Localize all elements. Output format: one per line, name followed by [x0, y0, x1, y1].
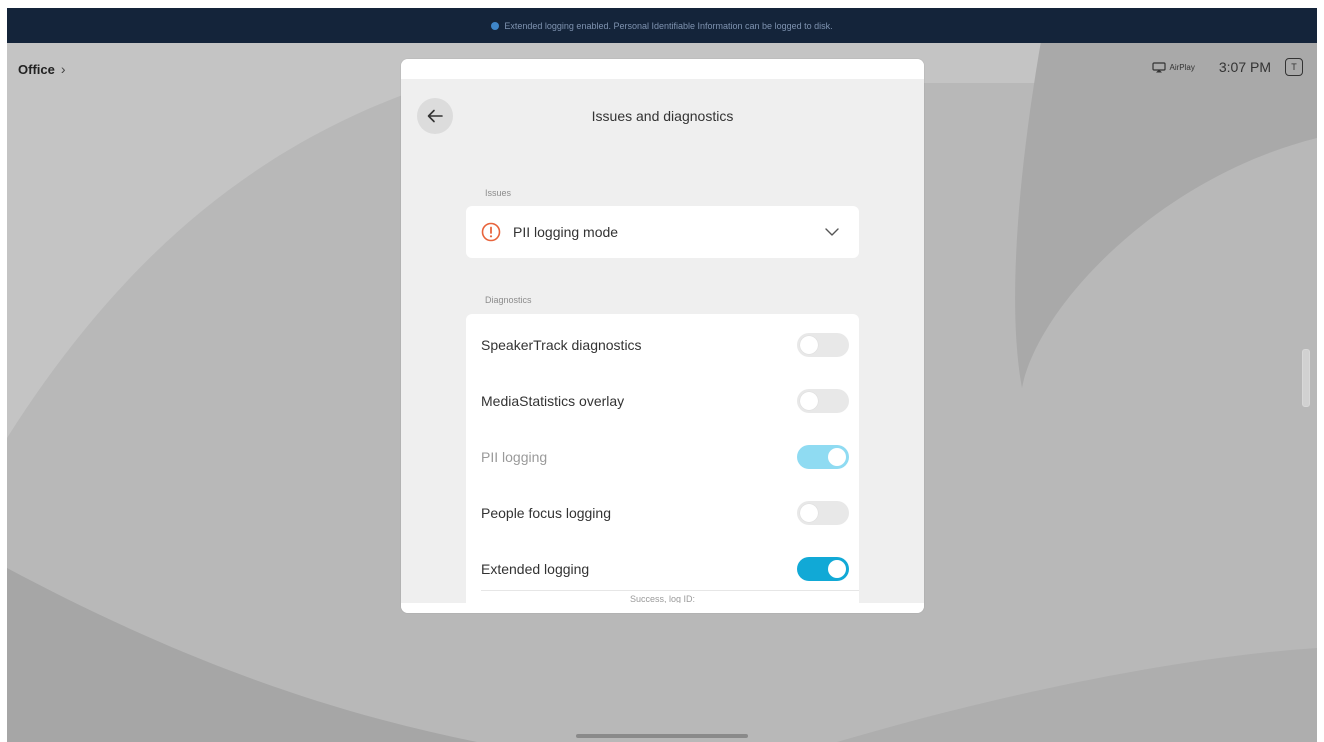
extended-logging-toggle[interactable] [797, 557, 849, 581]
page-title: Issues and diagnostics [591, 108, 734, 124]
scroll-handle[interactable] [1302, 349, 1310, 407]
diag-row-pii-logging: PII logging [466, 429, 859, 485]
issue-label: PII logging mode [513, 224, 619, 240]
badge-label: T [1291, 62, 1297, 72]
airplay-icon [1151, 61, 1166, 72]
diag-row-speakertrack[interactable]: SpeakerTrack diagnostics [466, 317, 859, 373]
location-breadcrumb[interactable]: Office › [18, 61, 66, 77]
airplay-button[interactable]: AirPlay [1151, 61, 1195, 73]
chevron-right-icon: › [60, 61, 66, 77]
location-label: Office [18, 61, 55, 77]
diagnostics-list: SpeakerTrack diagnostics MediaStatistics… [466, 314, 859, 613]
people-focus-logging-toggle[interactable] [797, 501, 849, 525]
status-area: AirPlay 3:07 PM T [1151, 58, 1303, 76]
divider [481, 590, 859, 591]
chevron-down-icon [825, 228, 839, 236]
diagnostics-section-label: Diagnostics [485, 295, 532, 305]
diag-row-extended-logging[interactable]: Extended logging [466, 541, 859, 597]
diag-label: Extended logging [481, 561, 590, 577]
issues-section-label: Issues [485, 188, 512, 198]
warning-circle-icon [481, 222, 501, 242]
banner-message: Extended logging enabled. Personal Ident… [504, 20, 833, 31]
airplay-label: AirPlay [1169, 62, 1195, 72]
issue-item-pii-logging-mode[interactable]: PII logging mode [466, 206, 859, 258]
pii-logging-banner: Extended logging enabled. Personal Ident… [7, 8, 1317, 43]
speakertrack-diagnostics-toggle[interactable] [797, 333, 849, 357]
touch-panel-badge[interactable]: T [1285, 58, 1303, 76]
diag-label: SpeakerTrack diagnostics [481, 337, 642, 353]
diag-label: MediaStatistics overlay [481, 393, 625, 409]
device-screen: Extended logging enabled. Personal Ident… [7, 8, 1317, 742]
info-icon [491, 21, 500, 30]
home-indicator[interactable] [576, 734, 748, 738]
mediastatistics-overlay-toggle[interactable] [797, 389, 849, 413]
issues-diagnostics-panel: Issues and diagnostics Issues PII loggin… [401, 59, 924, 613]
clock: 3:07 PM [1218, 59, 1271, 75]
diag-label: People focus logging [481, 505, 611, 521]
diag-row-people-focus[interactable]: People focus logging [466, 485, 859, 541]
diag-row-mediastatistics[interactable]: MediaStatistics overlay [466, 373, 859, 429]
pii-logging-toggle [797, 445, 849, 469]
caption-strip [0, 0, 1324, 8]
diag-label: PII logging [481, 449, 548, 465]
